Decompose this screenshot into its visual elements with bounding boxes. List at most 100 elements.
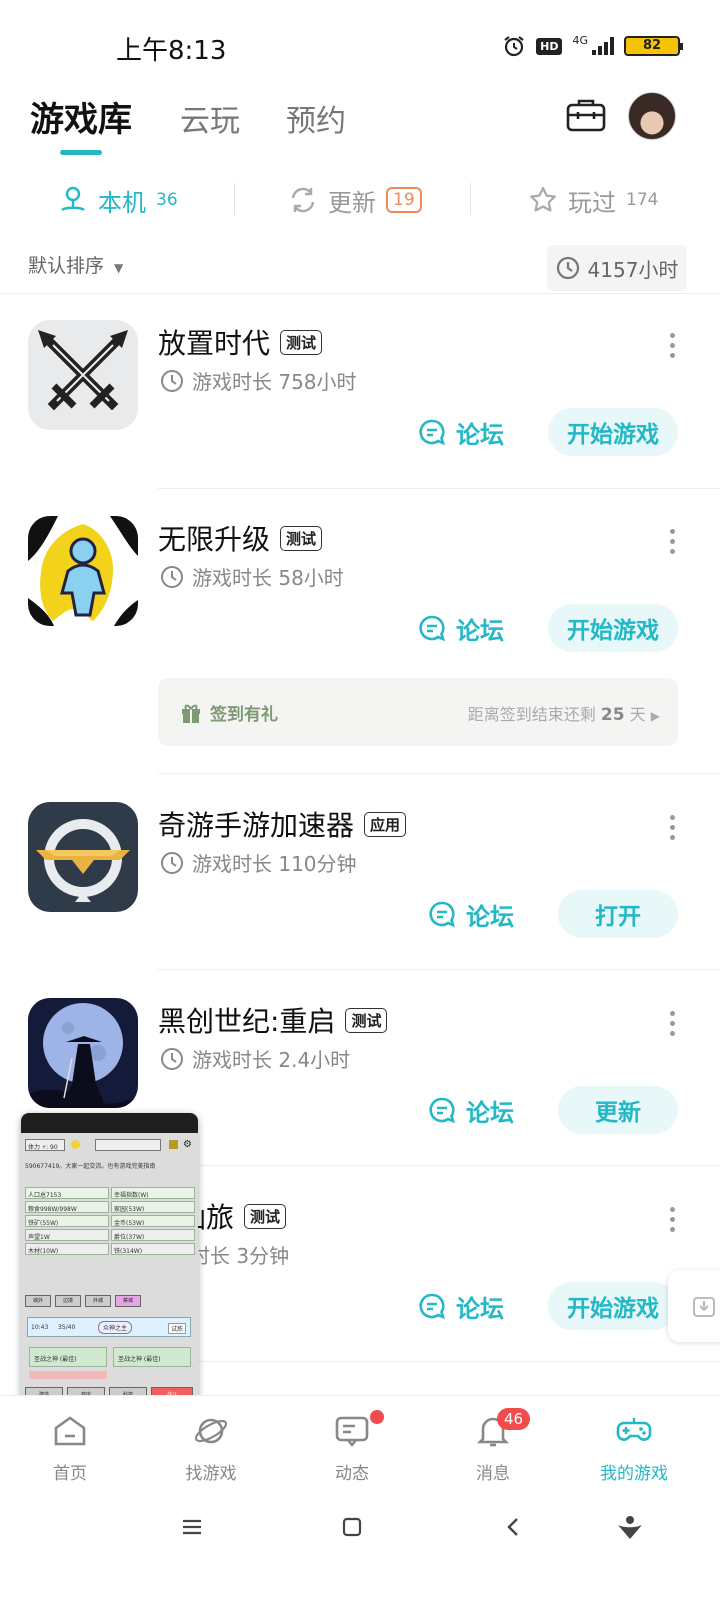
gift-icon	[182, 704, 200, 723]
settings-gear-icon[interactable]: ⚙	[183, 1139, 192, 1150]
signin-label-group: 签到有礼	[180, 700, 278, 725]
boss-name: 众神之主	[98, 1321, 133, 1334]
divider	[158, 488, 720, 489]
more-options-icon[interactable]	[660, 1008, 684, 1038]
tab-reservation[interactable]: 预约	[286, 96, 346, 140]
game-playtime-text: 游戏时长 758小时	[192, 370, 357, 394]
signin-banner[interactable]: 签到有礼 距离签到结束还剩 25 天 ▶	[158, 678, 678, 746]
moon-swordsman-icon[interactable]	[28, 998, 138, 1108]
menu-icon[interactable]	[180, 1515, 204, 1539]
forum-button[interactable]: 论坛	[418, 1282, 504, 1330]
more-options-icon[interactable]	[660, 330, 684, 360]
stat-label: 木材(10W)	[28, 1248, 59, 1255]
start-game-button[interactable]: 开始游戏	[548, 604, 678, 652]
stat-label: 人口总7153	[28, 1192, 62, 1199]
message-count-badge: 46	[497, 1408, 531, 1430]
system-nav-bar	[0, 1505, 720, 1600]
status-time: 上午8:13	[116, 36, 227, 66]
area-tab[interactable]: 禁城	[115, 1295, 141, 1307]
challenge-button[interactable]: 试炼	[168, 1323, 187, 1334]
top-tabs: 游戏库 云玩 预约	[0, 90, 720, 160]
game-title: 放置时代 测试	[158, 322, 323, 362]
signin-countdown-prefix: 距离签到结束还剩	[467, 705, 596, 724]
game-name: 黑创世纪:重启	[158, 1005, 336, 1038]
game-playtime: 游戏时长 110分钟	[160, 848, 357, 877]
health-bar	[29, 1371, 107, 1379]
area-tab[interactable]: 城外	[25, 1295, 51, 1307]
floating-window-content[interactable]: 体力 ⚡: 90 ⚙ 590677419。大家一起交流。也有游戏完美指南 人口总…	[21, 1133, 198, 1425]
forum-button[interactable]: 论坛	[418, 408, 504, 456]
update-button[interactable]: 更新	[558, 1086, 678, 1134]
nav-messages-label: 消息	[476, 1464, 510, 1484]
home-square-icon[interactable]	[340, 1515, 364, 1539]
game-title: 黑创世纪:重启 测试	[158, 1000, 388, 1040]
clock-icon	[161, 851, 183, 874]
caret-down-icon[interactable]: ▼	[114, 261, 123, 275]
forum-button[interactable]: 论坛	[428, 1086, 514, 1134]
nav-my-games[interactable]: 我的游戏	[574, 1396, 694, 1506]
start-game-button[interactable]: 开始游戏	[548, 1282, 678, 1330]
stat-label: 幸福指数(W)	[114, 1192, 149, 1199]
accelerator-icon[interactable]	[28, 802, 138, 912]
battery-icon: 82	[624, 36, 683, 56]
subtab-update[interactable]: 更新 19	[288, 175, 422, 225]
avatar[interactable]	[628, 92, 676, 140]
status-bar: 上午8:13 HD 4G 82	[0, 0, 720, 90]
subtab-played-count: 174	[626, 190, 659, 210]
start-game-button[interactable]: 开始游戏	[548, 408, 678, 456]
divider	[158, 969, 720, 970]
side-drawer-handle[interactable]	[668, 1270, 720, 1342]
notification-dot	[370, 1410, 384, 1424]
shop-icon[interactable]	[169, 1140, 178, 1149]
more-options-icon[interactable]	[660, 1204, 684, 1234]
chevron-right-icon: ▶	[650, 709, 660, 723]
sort-dropdown[interactable]: 默认排序	[28, 251, 104, 278]
tab-game-library[interactable]: 游戏库	[30, 92, 132, 141]
nav-feed[interactable]: 动态	[292, 1396, 412, 1506]
signal-icon	[592, 37, 614, 55]
coin-icon	[71, 1140, 80, 1149]
subtab-local[interactable]: 本机 36	[58, 175, 178, 225]
more-options-icon[interactable]	[660, 812, 684, 842]
tab-cloud-play[interactable]: 云玩	[180, 96, 240, 140]
clock-icon	[556, 256, 579, 280]
tab-indicator	[60, 150, 102, 155]
signin-countdown-suffix: 天	[629, 705, 646, 724]
game-title: 奇游手游加速器 应用	[158, 804, 407, 844]
nav-home-label: 首页	[53, 1464, 87, 1484]
floating-window-titlebar[interactable]	[21, 1113, 198, 1133]
toolbox-icon[interactable]	[566, 98, 606, 132]
stat-label: 声望1W	[28, 1234, 50, 1241]
more-options-icon[interactable]	[660, 526, 684, 556]
forum-label: 论坛	[456, 1294, 504, 1323]
stamina-label: 体力 ⚡: 90	[28, 1144, 58, 1151]
subtab-played[interactable]: 玩过 174	[528, 175, 658, 225]
game-tag: 测试	[280, 329, 323, 355]
network-label: 4G	[572, 34, 588, 47]
nav-my-games-label: 我的游戏	[600, 1464, 668, 1484]
total-playtime-chip[interactable]: 4157小时	[547, 245, 687, 291]
forum-label: 论坛	[466, 1098, 514, 1127]
back-icon[interactable]	[502, 1515, 526, 1539]
nav-home[interactable]: 首页	[10, 1396, 130, 1506]
area-tab[interactable]: 边境	[55, 1295, 81, 1307]
nav-find-games[interactable]: 找游戏	[151, 1396, 271, 1506]
game-playtime: 游戏时长 2.4小时	[160, 1044, 350, 1073]
open-button[interactable]: 打开	[558, 890, 678, 938]
forum-button[interactable]: 论坛	[418, 604, 504, 652]
status-icons: HD 4G 82	[502, 34, 683, 58]
subtab-local-count: 36	[156, 190, 178, 210]
divider	[0, 293, 720, 294]
nav-messages[interactable]: 46 消息	[433, 1396, 553, 1506]
update-count-badge: 19	[386, 187, 422, 213]
total-playtime: 4157小时	[587, 257, 679, 282]
area-tab[interactable]: 外城	[85, 1295, 111, 1307]
stickman-icon[interactable]	[28, 516, 138, 626]
assistant-icon[interactable]	[616, 1513, 644, 1541]
forum-button[interactable]: 论坛	[428, 890, 514, 938]
clock-icon	[161, 1047, 183, 1070]
floating-game-window[interactable]: 体力 ⚡: 90 ⚙ 590677419。大家一起交流。也有游戏完美指南 人口总…	[21, 1113, 198, 1425]
forum-label: 论坛	[466, 902, 514, 931]
crossed-swords-icon[interactable]	[28, 320, 138, 430]
game-playtime-text: 游戏时长 110分钟	[192, 852, 357, 876]
